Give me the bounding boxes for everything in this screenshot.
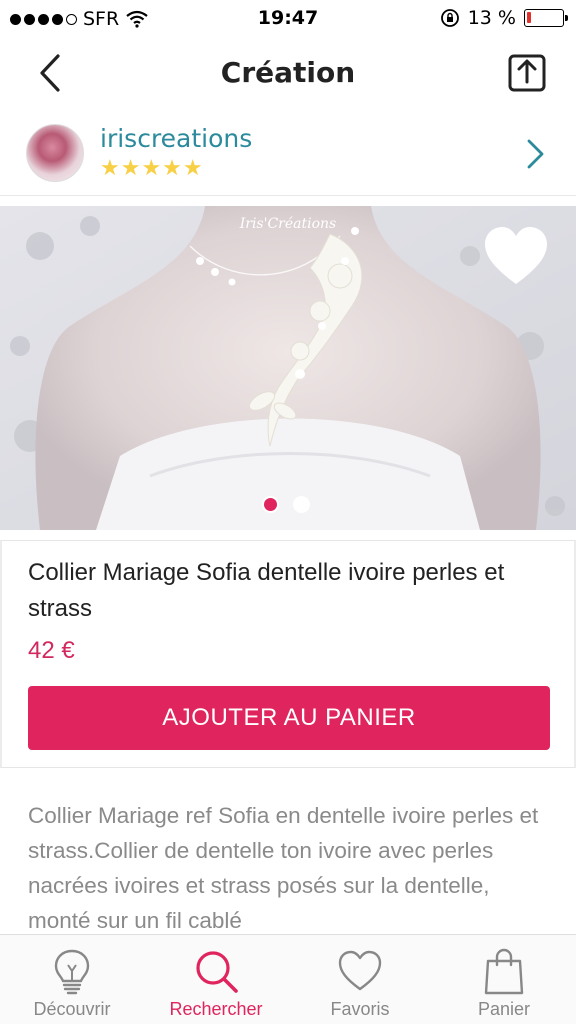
tab-label: Découvrir <box>33 999 111 1019</box>
seller-avatar <box>26 124 84 182</box>
rotation-lock-icon <box>440 9 459 27</box>
heart-icon[interactable] <box>482 224 550 288</box>
add-to-cart-button[interactable]: AJOUTER AU PANIER <box>28 686 550 750</box>
tab-panier[interactable]: Panier <box>432 935 576 1024</box>
battery-percent: 13 % <box>467 7 516 29</box>
tab-label: Favoris <box>330 999 390 1019</box>
pager-dot[interactable] <box>262 496 279 513</box>
shopping-bag-icon <box>484 948 524 995</box>
tab-label: Panier <box>477 999 531 1019</box>
heart-outline-icon <box>338 950 382 991</box>
tab-favoris[interactable]: Favoris <box>288 935 432 1024</box>
lightbulb-icon <box>54 949 90 995</box>
product-image[interactable]: Iris'Créations <box>0 206 576 530</box>
product-price: 42 € <box>28 637 75 664</box>
product-title: Collier Mariage Sofia dentelle ivoire pe… <box>28 559 505 622</box>
page-title: Création <box>220 56 356 89</box>
share-icon[interactable] <box>502 48 552 98</box>
seller-rating: ★★★★★ <box>100 156 204 181</box>
tab-decouvrir[interactable]: Découvrir <box>0 935 144 1024</box>
navigation-bar: Création <box>0 38 576 114</box>
tab-bar: Découvrir Rechercher Favoris Panier <box>0 934 576 1024</box>
seller-name[interactable]: iriscreations <box>100 124 252 153</box>
pager-dot[interactable] <box>293 496 310 513</box>
product-description: Collier Mariage ref Sofia en dentelle iv… <box>28 803 539 933</box>
image-pager <box>262 496 310 513</box>
battery-icon <box>524 9 568 27</box>
tab-label: Rechercher <box>169 999 263 1019</box>
tab-rechercher[interactable]: Rechercher <box>144 935 288 1024</box>
status-bar: SFR 19:47 13 % <box>0 0 576 38</box>
search-icon <box>196 951 238 993</box>
chevron-right-icon[interactable] <box>520 136 550 172</box>
product-info-card: Collier Mariage Sofia dentelle ivoire pe… <box>0 540 576 768</box>
seller-row[interactable]: iriscreations ★★★★★ <box>0 114 576 196</box>
